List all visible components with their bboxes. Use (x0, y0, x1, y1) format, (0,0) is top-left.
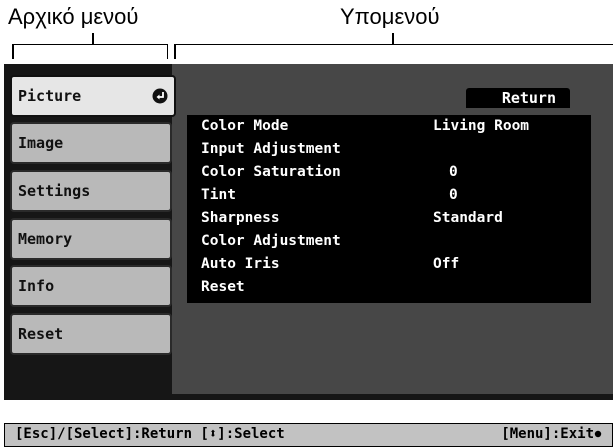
setting-name: Auto Iris (201, 256, 280, 272)
setting-row-auto-iris[interactable]: Auto Iris Off (187, 253, 591, 276)
dot-icon (594, 430, 602, 438)
menu-item-image[interactable]: Image (10, 122, 172, 164)
menu-item-label: Reset (18, 325, 64, 343)
setting-value: Off (433, 256, 460, 272)
setting-name: Sharpness (201, 210, 280, 226)
exit-hint: [Menu]:Exit (501, 426, 594, 442)
setting-name: Tint (201, 187, 236, 203)
enter-return-icon (152, 88, 168, 104)
main-menu-bracket (12, 33, 168, 59)
setting-value: 0 (449, 187, 458, 203)
help-text-left: [Esc]/[Select]:Return [⬍]:Select (15, 426, 285, 442)
setting-row-sharpness[interactable]: Sharpness Standard (187, 207, 591, 230)
setting-name: Reset (201, 279, 245, 295)
menu-item-label: Info (18, 277, 55, 295)
setting-row-tint[interactable]: Tint 0 (187, 184, 591, 207)
help-bar: [Esc]/[Select]:Return [⬍]:Select [Menu]:… (4, 423, 613, 447)
setting-name: Color Saturation (201, 164, 341, 180)
setting-row-reset[interactable]: Reset (187, 276, 591, 299)
setting-value: Standard (433, 210, 503, 226)
setting-name: Color Adjustment (201, 233, 341, 249)
menu-item-label: Memory (18, 230, 73, 248)
setting-row-color-adjustment[interactable]: Color Adjustment (187, 230, 591, 253)
menu-item-picture[interactable]: Picture (10, 75, 176, 117)
setting-row-color-saturation[interactable]: Color Saturation 0 (187, 161, 591, 184)
submenu-bracket (174, 33, 613, 59)
setting-value: Living Room (433, 118, 530, 134)
help-text-right: [Menu]:Exit (501, 424, 602, 445)
menu-item-memory[interactable]: Memory (10, 218, 172, 260)
menu-item-label: Settings (18, 182, 91, 200)
setting-name: Color Mode (201, 118, 289, 134)
menu-item-reset[interactable]: Reset (10, 313, 172, 355)
submenu-list: Color Mode Living Room Input Adjustment … (187, 115, 591, 303)
menu-item-label: Image (18, 134, 64, 152)
setting-name: Input Adjustment (201, 141, 341, 157)
submenu-caption: Υπομενού (340, 4, 440, 29)
setting-row-input-adjustment[interactable]: Input Adjustment (187, 138, 591, 161)
setting-row-color-mode[interactable]: Color Mode Living Room (187, 115, 591, 138)
menu-item-label: Picture (18, 87, 82, 105)
main-menu-caption: Αρχικό μενού (8, 4, 139, 29)
menu-item-settings[interactable]: Settings (10, 170, 172, 212)
setting-value: 0 (449, 164, 458, 180)
menu-item-info[interactable]: Info (10, 265, 172, 307)
return-button[interactable]: Return (466, 88, 570, 108)
